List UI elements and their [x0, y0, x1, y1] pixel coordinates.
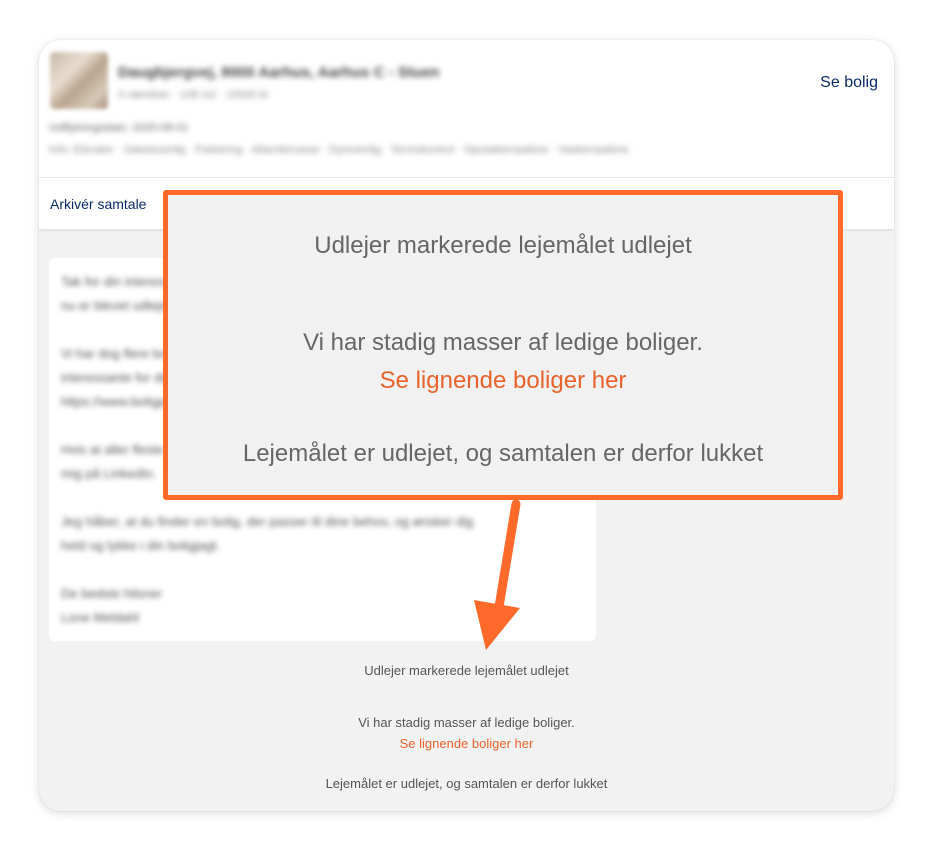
message-paragraph: De bedste hilsner Lone Meldahl — [61, 586, 163, 625]
header-divider — [39, 177, 894, 178]
listing-facilities: Info: Elevator · Gæstevenlig · Parkering… — [49, 144, 629, 156]
rented-notice: Udlejer markerede lejemålet udlejet — [364, 663, 569, 678]
callout-more-homes: Vi har stadig masser af ledige boliger. — [303, 329, 703, 356]
callout-similar-link[interactable]: Se lignende boliger her — [380, 367, 627, 394]
listing-meta: 4 værelser · 108 m2 · 15000 kr — [118, 89, 270, 101]
similar-homes-row: Se lignende boliger her — [39, 736, 894, 751]
listing-address[interactable]: Daugbjergvej, 8000 Aarhus, Aarhus C - St… — [118, 64, 439, 81]
see-home-link[interactable]: Se bolig — [820, 74, 878, 92]
callout-rented-notice: Udlejer markerede lejemålet udlejet — [314, 232, 692, 259]
move-in-date: Indflytningsdato: 2025-08-01 — [49, 122, 189, 134]
listing-thumbnail[interactable] — [50, 52, 108, 109]
archive-conversation-button[interactable]: Arkivér samtale — [50, 196, 146, 212]
similar-homes-link[interactable]: Se lignende boliger her — [400, 736, 534, 751]
closed-notice: Lejemålet er udlejet, og samtalen er der… — [325, 776, 608, 791]
zoom-callout: Udlejer markerede lejemålet udlejet Vi h… — [163, 190, 843, 500]
more-homes-text: Vi har stadig masser af ledige boliger. — [358, 715, 575, 730]
message-paragraph: Jeg håber, at du finder en bolig, der pa… — [61, 514, 474, 553]
callout-similar-row: Se lignende boliger her — [168, 367, 838, 395]
callout-closed-notice: Lejemålet er udlejet, og samtalen er der… — [242, 440, 764, 467]
